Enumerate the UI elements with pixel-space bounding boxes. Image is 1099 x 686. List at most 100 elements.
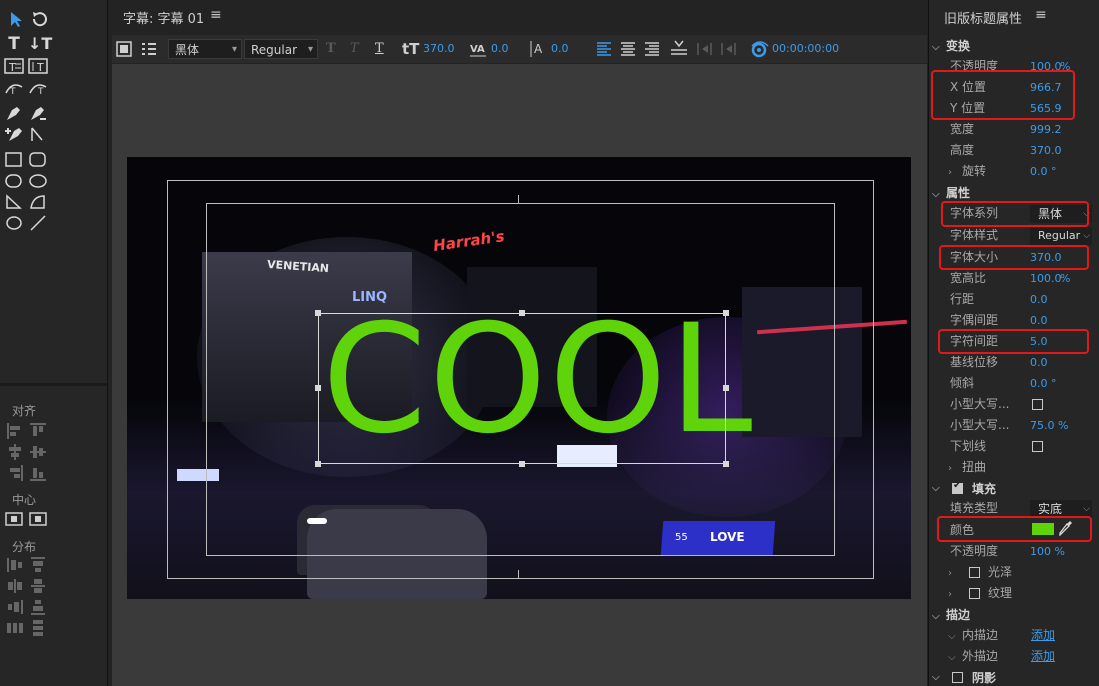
align-vertical-center-icon[interactable]: [29, 443, 47, 461]
align-right-icon[interactable]: [6, 464, 24, 482]
center-vertical-icon[interactable]: [29, 510, 47, 528]
wedge-tool-icon[interactable]: [4, 193, 24, 211]
underline-icon[interactable]: T: [375, 35, 384, 63]
center-horizontal-icon[interactable]: [5, 510, 23, 528]
align-bottom-icon[interactable]: [29, 464, 47, 482]
add-anchor-tool-icon[interactable]: [4, 125, 24, 143]
distribute-right-icon[interactable]: [6, 598, 24, 616]
add-inner-stroke-link[interactable]: 添加: [1031, 626, 1055, 643]
distribute-top-icon[interactable]: [29, 556, 47, 574]
area-type-tool-icon[interactable]: T: [4, 57, 24, 75]
outer-stroke-row[interactable]: ⌵ 外描边: [929, 646, 1099, 667]
transform-section[interactable]: ⌵ 变换: [932, 37, 970, 54]
resize-handle-t[interactable]: [519, 310, 525, 316]
stroke-section[interactable]: ⌵ 描边: [932, 606, 970, 623]
sheen-row[interactable]: › 光泽: [929, 562, 1099, 583]
underline-row: 下划线: [950, 439, 987, 453]
align-left-icon[interactable]: [6, 422, 24, 440]
align-horizontal-center-icon[interactable]: [6, 443, 24, 461]
fill-opacity-value[interactable]: 100 %: [1030, 541, 1065, 562]
rectangle-tool-icon[interactable]: [4, 151, 24, 169]
rotate-tool-icon[interactable]: [29, 10, 49, 28]
vertical-path-type-tool-icon[interactable]: T: [28, 79, 48, 97]
distort-row[interactable]: › 扭曲: [929, 457, 1099, 478]
resize-handle-bl[interactable]: [315, 461, 321, 467]
font-style-select[interactable]: Regular ▾: [244, 39, 318, 59]
title-tab[interactable]: 字幕: 字幕 01: [123, 8, 204, 27]
bold-icon[interactable]: T: [326, 35, 336, 63]
baseline-row: 基线位移 0.0: [929, 352, 1099, 373]
inner-stroke-row[interactable]: ⌵ 内描边: [929, 625, 1099, 646]
shadow-checkbox[interactable]: [952, 672, 963, 683]
align-top-icon[interactable]: [29, 422, 47, 440]
rotation-row[interactable]: › 旋转 0.0 °: [929, 161, 1099, 182]
resize-handle-br[interactable]: [723, 461, 729, 467]
align-left-text-icon[interactable]: [596, 35, 612, 63]
distribute-bottom-icon[interactable]: [29, 598, 47, 616]
aspect-value[interactable]: 100.0: [1030, 268, 1062, 289]
tab-right-icon[interactable]: [720, 35, 738, 63]
distribute-left-icon[interactable]: [6, 556, 24, 574]
fill-checkbox[interactable]: [952, 480, 963, 494]
font-size-value[interactable]: 370.0: [423, 35, 455, 63]
properties-title[interactable]: 旧版标题属性: [944, 8, 1022, 27]
tab-left-icon[interactable]: [696, 35, 714, 63]
show-background-video-icon[interactable]: [750, 35, 770, 63]
texture-row[interactable]: › 纹理: [929, 583, 1099, 604]
delete-anchor-tool-icon[interactable]: [28, 104, 48, 122]
resize-handle-l[interactable]: [315, 385, 321, 391]
chevron-down-icon: ⌵: [932, 42, 940, 53]
rotation-value[interactable]: 0.0 °: [1030, 161, 1057, 182]
line-tool-icon[interactable]: [28, 214, 48, 232]
distribute-horizontal-even-icon[interactable]: [6, 619, 24, 637]
pen-tool-icon[interactable]: [4, 104, 24, 122]
kerning-prop-value[interactable]: 0.0: [1030, 310, 1048, 331]
ellipse-tool-icon[interactable]: [4, 214, 24, 232]
type-tool-icon[interactable]: T: [4, 35, 24, 53]
add-outer-stroke-link[interactable]: 添加: [1031, 647, 1055, 664]
leading-prop-value[interactable]: 0.0: [1030, 289, 1048, 310]
shadow-section[interactable]: ⌵: [932, 669, 946, 683]
underline-checkbox[interactable]: [1032, 441, 1043, 452]
slant-value[interactable]: 0.0 °: [1030, 373, 1057, 394]
align-right-text-icon[interactable]: [644, 35, 660, 63]
convert-anchor-tool-icon[interactable]: [28, 125, 48, 143]
align-center-text-icon[interactable]: [620, 35, 636, 63]
distribute-center-vertical-icon[interactable]: [29, 577, 47, 595]
italic-icon[interactable]: T: [350, 35, 359, 63]
roll-crawl-options-icon[interactable]: [116, 35, 132, 63]
small-caps-checkbox[interactable]: [1032, 399, 1043, 410]
fill-section[interactable]: ⌵: [932, 480, 946, 494]
path-type-tool-icon[interactable]: T: [4, 79, 24, 97]
leading-value[interactable]: 0.0: [551, 35, 569, 63]
vertical-type-tool-icon[interactable]: ↓T: [28, 35, 52, 53]
height-value[interactable]: 370.0: [1030, 140, 1062, 161]
rounded-corner-rectangle-tool-icon[interactable]: [28, 172, 48, 190]
kerning-value[interactable]: 0.0: [491, 35, 509, 63]
resize-handle-tl[interactable]: [315, 310, 321, 316]
resize-handle-tr[interactable]: [723, 310, 729, 316]
sheen-checkbox[interactable]: [969, 567, 980, 578]
distribute-vertical-even-icon[interactable]: [29, 619, 47, 637]
distribute-center-horizontal-icon[interactable]: [6, 577, 24, 595]
selection-tool-icon[interactable]: [6, 10, 26, 28]
texture-checkbox[interactable]: [969, 588, 980, 599]
properties-menu-icon[interactable]: ≡: [1035, 7, 1047, 23]
font-family-select[interactable]: 黑体 ▾: [168, 39, 242, 59]
background-timecode[interactable]: 00:00:00:00: [772, 35, 839, 63]
resize-handle-r[interactable]: [723, 385, 729, 391]
panel-menu-icon[interactable]: ≡: [210, 7, 222, 23]
width-value[interactable]: 999.2: [1030, 119, 1062, 140]
resize-handle-b[interactable]: [519, 461, 525, 467]
vertical-area-type-tool-icon[interactable]: T: [28, 57, 48, 75]
clipped-corner-rectangle-tool-icon[interactable]: [4, 172, 24, 190]
word-wrap-icon[interactable]: [670, 35, 688, 63]
attributes-section[interactable]: ⌵ 属性: [932, 184, 970, 201]
text-bounding-box[interactable]: [318, 313, 726, 464]
arc-tool-icon[interactable]: [28, 193, 48, 211]
font-style-dropdown[interactable]: Regular ⌵: [1030, 227, 1092, 245]
small-caps-size-value[interactable]: 75.0 %: [1030, 415, 1068, 436]
tab-stops-icon[interactable]: [140, 35, 158, 63]
rounded-rectangle-tool-icon[interactable]: [28, 151, 48, 169]
baseline-value[interactable]: 0.0: [1030, 352, 1048, 373]
